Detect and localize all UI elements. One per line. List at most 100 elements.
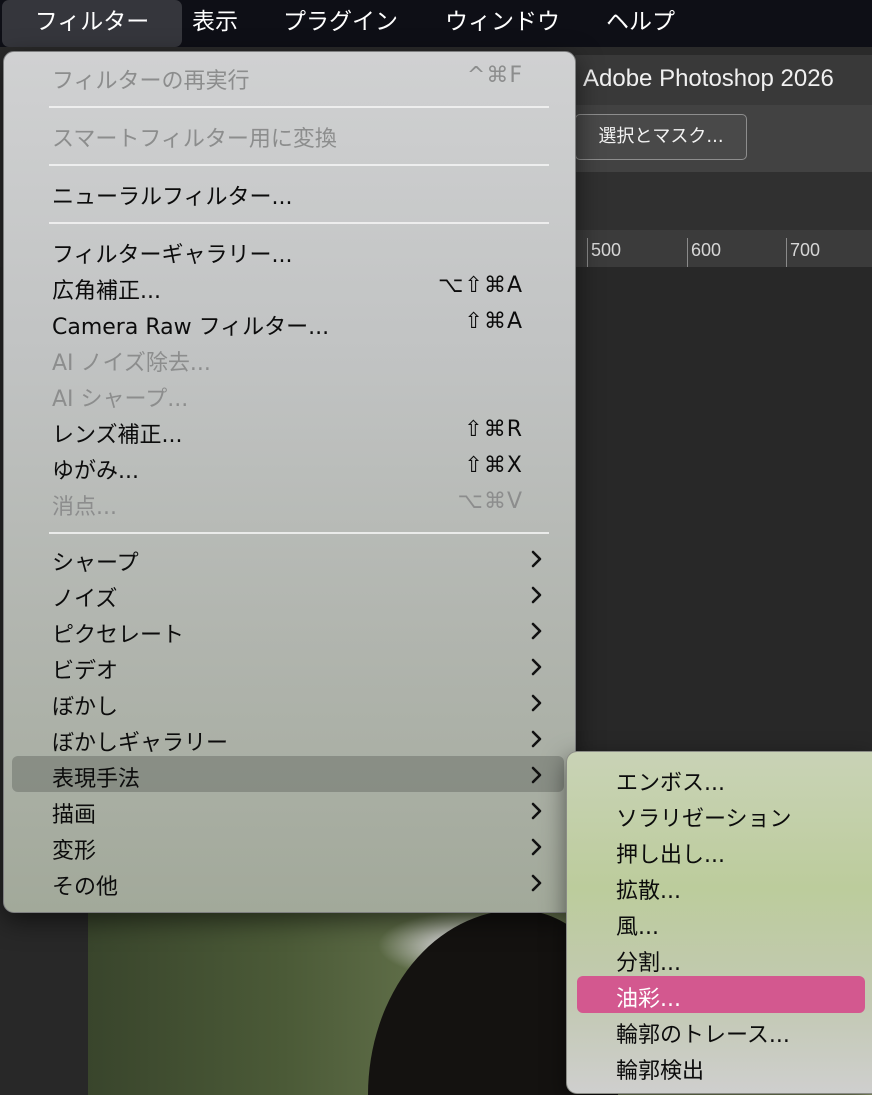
menu-item-filter-gallery[interactable]: フィルターギャラリー... (4, 234, 575, 268)
chevron-right-icon (531, 586, 542, 604)
menu-item-noise[interactable]: ノイズ (4, 578, 575, 612)
menu-item-ai-sharpen[interactable]: AI シャープ... (4, 378, 575, 412)
submenu-item-trace-contour[interactable]: 輪郭のトレース... (567, 1014, 871, 1048)
stylize-submenu: エンボス... ソラリゼーション 押し出し... 拡散... 風... 分割..… (566, 751, 872, 1094)
menu-item-label: ぼかしギャラリー (52, 731, 229, 756)
menu-item-blur-gallery[interactable]: ぼかしギャラリー (4, 722, 575, 756)
menu-item-camera-raw-filter[interactable]: Camera Raw フィルター... ⇧⌘A (4, 306, 575, 340)
menu-item-distort[interactable]: 変形 (4, 830, 575, 864)
menu-item-other[interactable]: その他 (4, 866, 575, 900)
menu-view[interactable]: 表示 (192, 0, 238, 47)
menu-bar: フィルター 表示 プラグイン ウィンドウ ヘルプ (0, 0, 872, 47)
document-tab-bar (575, 172, 872, 230)
menu-item-label: ピクセレート (52, 623, 185, 648)
submenu-item-label: 押し出し... (616, 843, 725, 868)
menu-view-label: 表示 (192, 9, 238, 35)
submenu-item-oil-paint[interactable]: 油彩... (567, 976, 871, 1013)
menu-item-vanishing-point[interactable]: 消点... ⌥⌘V (4, 486, 575, 520)
options-bar: 選択とマスク... (575, 105, 872, 172)
submenu-item-tiles[interactable]: 分割... (567, 942, 871, 976)
chevron-right-icon (531, 694, 542, 712)
select-and-mask-button[interactable]: 選択とマスク... (575, 114, 747, 160)
submenu-item-label: 拡散... (616, 879, 681, 904)
menu-item-label: ぼかし (52, 695, 119, 720)
menu-item-stylize[interactable]: 表現手法 (4, 756, 575, 792)
submenu-item-solarize[interactable]: ソラリゼーション (567, 798, 871, 832)
submenu-item-label: エンボス... (616, 771, 725, 796)
menu-item-convert-smart-filters[interactable]: スマートフィルター用に変換 (4, 118, 575, 152)
menu-item-label: フィルターの再実行 (52, 69, 250, 94)
menu-item-shortcut: ⌥⇧⌘A (438, 273, 523, 298)
horizontal-ruler: 500 600 700 (575, 230, 872, 268)
chevron-right-icon (531, 658, 542, 676)
ruler-label-700: 700 (790, 240, 821, 260)
submenu-item-label: 輪郭のトレース... (616, 1023, 790, 1048)
ruler-tick (687, 238, 688, 267)
app-title: Adobe Photoshop 2026 (583, 65, 834, 92)
menu-plugins-label: プラグイン (283, 9, 398, 35)
menu-item-label: 広角補正... (52, 279, 161, 304)
menu-item-label: ノイズ (52, 587, 118, 612)
menu-separator (49, 222, 549, 224)
menu-help[interactable]: ヘルプ (606, 0, 675, 47)
menu-item-adaptive-wide-angle[interactable]: 広角補正... ⌥⇧⌘A (4, 270, 575, 304)
menu-item-lens-correction[interactable]: レンズ補正... ⇧⌘R (4, 414, 575, 448)
menu-item-render[interactable]: 描画 (4, 794, 575, 828)
menu-filter[interactable]: フィルター (2, 0, 182, 47)
menu-item-liquify[interactable]: ゆがみ... ⇧⌘X (4, 450, 575, 484)
ruler-label-600: 600 (691, 240, 722, 260)
chevron-right-icon (531, 802, 542, 820)
menu-item-label: ニューラルフィルター... (52, 185, 293, 210)
submenu-item-find-edges[interactable]: 輪郭検出 (567, 1050, 871, 1084)
menu-separator (49, 106, 549, 108)
menu-item-shortcut: ^⌘F (466, 63, 523, 88)
ruler-tick (786, 238, 787, 267)
menu-item-shortcut: ⌥⌘V (457, 489, 523, 514)
menu-separator (49, 532, 549, 534)
menu-item-ai-denoise[interactable]: AI ノイズ除去... (4, 342, 575, 376)
chevron-right-icon (531, 766, 542, 784)
submenu-item-label: 油彩... (616, 987, 681, 1012)
filter-menu: フィルターの再実行 ^⌘F スマートフィルター用に変換 ニューラルフィルター..… (3, 51, 576, 913)
menu-item-sharpen[interactable]: シャープ (4, 542, 575, 576)
submenu-item-extrude[interactable]: 押し出し... (567, 834, 871, 868)
menu-item-shortcut: ⇧⌘X (464, 453, 523, 478)
menu-item-label: シャープ (52, 551, 139, 576)
ruler-tick (587, 238, 588, 267)
menu-item-last-filter[interactable]: フィルターの再実行 ^⌘F (4, 60, 575, 94)
submenu-item-diffuse[interactable]: 拡散... (567, 870, 871, 904)
chevron-right-icon (531, 550, 542, 568)
menu-item-label: ビデオ (52, 659, 119, 684)
chevron-right-icon (531, 730, 542, 748)
menu-item-label: AI シャープ... (52, 387, 189, 412)
menu-item-label: 表現手法 (52, 767, 141, 792)
menu-filter-label: フィルター (34, 9, 150, 35)
ruler-label-500: 500 (591, 240, 622, 260)
menu-item-label: その他 (52, 875, 119, 900)
submenu-item-label: ソラリゼーション (616, 807, 792, 832)
menu-item-shortcut: ⇧⌘R (464, 417, 523, 442)
menu-item-blur[interactable]: ぼかし (4, 686, 575, 720)
submenu-item-emboss[interactable]: エンボス... (567, 762, 871, 796)
menu-item-video[interactable]: ビデオ (4, 650, 575, 684)
menu-window[interactable]: ウィンドウ (445, 0, 560, 47)
chevron-right-icon (531, 874, 542, 892)
menu-item-label: Camera Raw フィルター... (52, 315, 330, 340)
menu-window-label: ウィンドウ (445, 9, 560, 35)
menu-item-pixelate[interactable]: ピクセレート (4, 614, 575, 648)
submenu-item-label: 分割... (616, 951, 681, 976)
submenu-item-label: 輪郭検出 (616, 1059, 705, 1084)
menu-item-neural-filters[interactable]: ニューラルフィルター... (4, 176, 575, 210)
menu-item-label: 変形 (52, 839, 97, 864)
menu-item-label: ゆがみ... (52, 459, 139, 484)
menu-item-label: レンズ補正... (52, 423, 183, 448)
menu-help-label: ヘルプ (606, 9, 675, 35)
menu-plugins[interactable]: プラグイン (283, 0, 398, 47)
menu-item-shortcut: ⇧⌘A (464, 309, 523, 334)
submenu-item-label: 風... (616, 915, 659, 940)
chevron-right-icon (531, 838, 542, 856)
menu-item-label: 消点... (52, 495, 117, 520)
menu-separator (49, 164, 549, 166)
menu-item-label: フィルターギャラリー... (52, 243, 293, 268)
submenu-item-wind[interactable]: 風... (567, 906, 871, 940)
